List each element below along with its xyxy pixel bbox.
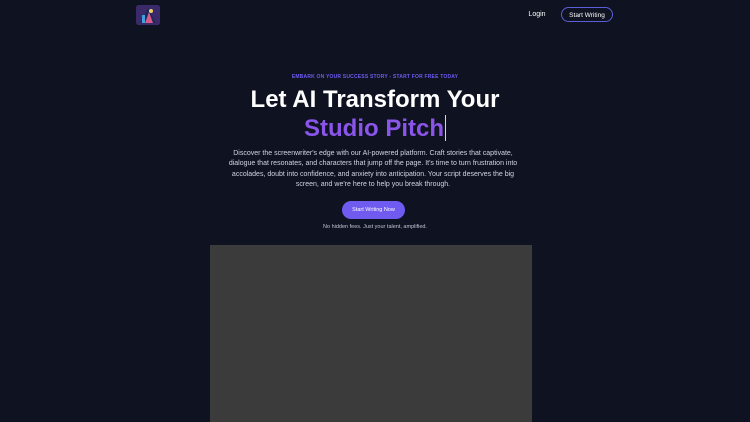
typing-cursor — [445, 115, 446, 141]
app-logo-icon[interactable] — [136, 5, 160, 25]
login-link[interactable]: Login — [522, 8, 552, 22]
top-nav: Login Start Writing — [0, 0, 750, 30]
hero-description: Discover the screenwriter's edge with ou… — [228, 150, 518, 189]
start-writing-button[interactable]: Start Writing — [561, 7, 613, 22]
hero-eyebrow: EMBARK ON YOUR SUCCESS STORY - START FOR… — [291, 74, 459, 80]
video-placeholder[interactable] — [210, 245, 532, 422]
hero-note: No hidden fees. Just your talent, amplif… — [323, 224, 427, 230]
hero-title-accent-text: Studio Pitch — [304, 115, 444, 142]
landing-page: Login Start Writing EMBARK ON YOUR SUCCE… — [0, 0, 750, 422]
hero-title-accent: Studio Pitch — [0, 115, 750, 143]
hero-title: Let AI Transform Your — [250, 86, 500, 113]
start-writing-now-button[interactable]: Start Writing Now — [342, 201, 405, 219]
